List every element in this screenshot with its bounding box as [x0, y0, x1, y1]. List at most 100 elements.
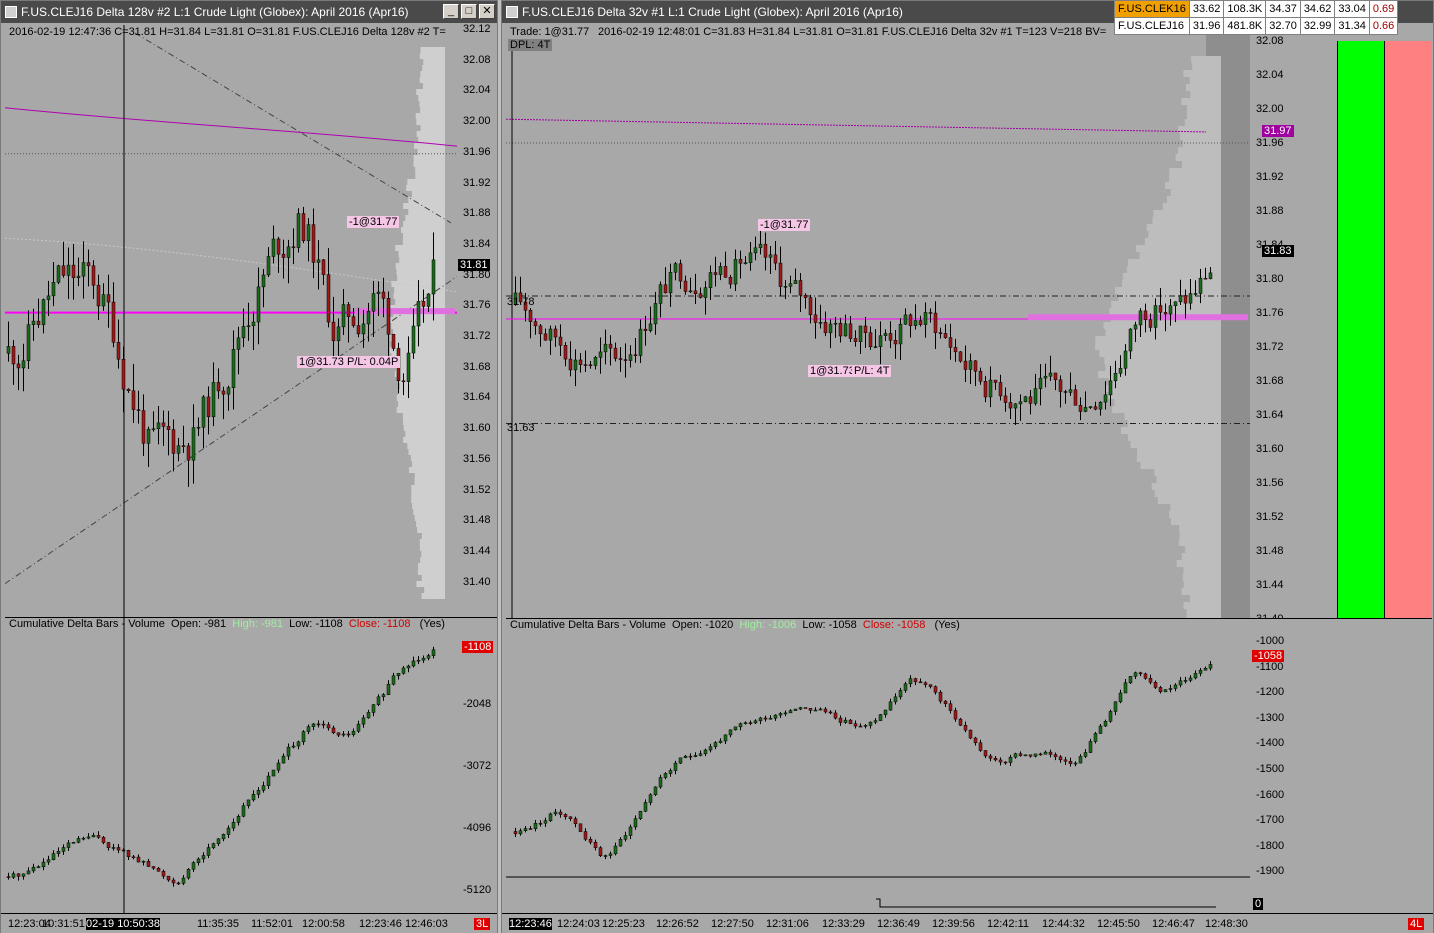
left-price-axis[interactable]: 32.12 32.08 32.04 32.00 31.96 31.92 31.88 31.84… — [457, 23, 497, 617]
volume-profile-bar — [1170, 518, 1221, 525]
right-cumdelta-chart[interactable]: Cumulative Delta Bars - Volume Open: -10… — [506, 619, 1250, 913]
candle-body — [753, 247, 758, 254]
volume-profile-bar — [1189, 77, 1221, 84]
candle-body — [893, 340, 898, 345]
candle-body — [603, 855, 608, 857]
volume-profile-bar — [407, 443, 445, 449]
candle-body — [823, 708, 828, 713]
volume-profile-bar — [1128, 259, 1221, 266]
candle-body — [116, 847, 121, 851]
volume-profile-bar — [1148, 231, 1221, 238]
quote-value: 0.69 — [1368, 0, 1399, 18]
volume-profile-bar — [1108, 378, 1221, 385]
candle-body — [391, 675, 396, 685]
candle-body — [668, 770, 673, 774]
volume-profile-bar — [1170, 504, 1221, 511]
candle-body — [401, 380, 406, 383]
left-cd-last-tag: -1108 — [462, 641, 494, 653]
price-tick-label: 31.48 — [1256, 545, 1284, 557]
candle-body — [1108, 380, 1113, 396]
candle-body — [723, 266, 728, 278]
candle-body — [878, 714, 883, 721]
volume-profile-bar — [1122, 280, 1221, 287]
left-window-titlebar[interactable]: F.US.CLEJ16 Delta 128v #2 L:1 Crude Ligh… — [1, 1, 497, 23]
candle-body — [843, 719, 848, 723]
candle-body — [46, 295, 51, 300]
volume-profile-bar — [395, 263, 445, 269]
candle-body — [411, 660, 416, 667]
candle-body — [723, 734, 728, 742]
candle-body — [623, 835, 628, 840]
candle-body — [1093, 406, 1098, 410]
candle-body — [558, 811, 563, 815]
candle-body — [66, 842, 71, 848]
candle-body — [6, 346, 11, 354]
quote-row[interactable]: F.US.CLEK16 33.62 108.3K 34.37 34.62 33.04 0.6… — [1114, 0, 1399, 18]
candle-body — [176, 882, 181, 885]
candle-body — [211, 843, 216, 848]
minimize-button[interactable]: _ — [443, 4, 459, 19]
right-cd-axis[interactable]: -1000 -1100 -1200 -1300 -1400 -1500 -1600 -1700… — [1250, 619, 1334, 913]
candle-body — [998, 759, 1003, 763]
candle-body — [286, 746, 291, 757]
left-cd-axis[interactable]: -2048 -3072 -4096 -5120 -1108 — [457, 618, 497, 913]
candle-body — [873, 346, 878, 348]
volume-profile-bar — [1144, 238, 1221, 245]
candle-body — [431, 259, 436, 295]
candle-body — [51, 853, 56, 860]
candle-body — [828, 323, 833, 334]
candle-body — [186, 445, 191, 461]
quote-value: 34.62 — [1299, 0, 1336, 18]
candle-body — [578, 359, 583, 365]
candle-body — [1038, 753, 1043, 756]
volume-profile-bar — [415, 173, 445, 179]
candle-body — [733, 726, 738, 731]
close-button[interactable]: ✕ — [479, 4, 495, 19]
candle-body — [803, 707, 808, 709]
candle-body — [678, 757, 683, 764]
candle-body — [698, 293, 703, 298]
candle-body — [146, 428, 151, 444]
candle-body — [111, 847, 116, 849]
candle-body — [66, 264, 71, 276]
candle-body — [828, 711, 833, 714]
right-price-axis[interactable]: 32.0832.0432.0031.9631.9231.8831.8431.80… — [1250, 25, 1334, 625]
candle-body — [683, 755, 688, 759]
maximize-button[interactable]: □ — [461, 4, 477, 19]
candle-body — [868, 721, 873, 726]
candle-body — [933, 312, 938, 333]
candle-body — [406, 665, 411, 669]
candle-body — [141, 860, 146, 863]
candle-body — [713, 272, 718, 275]
left-time-axis[interactable]: 12:23:04 10:31:51 02-19 10:50:38 11:35:35 11… — [1, 913, 497, 933]
candle-body — [868, 332, 873, 348]
candle-body — [1203, 667, 1208, 671]
candle-body — [126, 388, 131, 391]
candle-body — [993, 379, 998, 383]
volume-profile-bar — [424, 587, 445, 593]
candle-body — [588, 838, 593, 843]
candle-body — [818, 708, 823, 711]
right-purple-price-tag: 31.97 — [1262, 125, 1294, 137]
volume-profile-bar — [405, 431, 445, 437]
candle-body — [1193, 673, 1198, 679]
quote-row[interactable]: F.US.CLEJ16 31.96 481.8K 32.70 32.99 31.34 0.6… — [1114, 17, 1399, 35]
left-price-chart[interactable]: 2016-02-19 12:47:36 C=31.81 H=31.84 L=31… — [5, 25, 457, 617]
volume-profile-bar — [1170, 189, 1221, 196]
volume-profile-bar — [420, 107, 445, 113]
volume-profile-bar — [1181, 98, 1221, 105]
right-time-axis[interactable]: 12:23:46 12:24:03 12:25:23 12:26:52 12:27:50… — [502, 913, 1433, 933]
left-cumdelta-chart[interactable]: Cumulative Delta Bars - Volume Open: -98… — [5, 618, 457, 913]
candle-body — [251, 321, 256, 327]
candle-body — [683, 280, 688, 292]
candle-body — [216, 382, 221, 392]
quote-board[interactable]: F.US.CLEK16 33.62 108.3K 34.37 34.62 33.04 0.6… — [1114, 0, 1399, 35]
candle-body — [763, 717, 768, 720]
candle-body — [401, 667, 406, 674]
candle-body — [968, 729, 973, 739]
right-chart-window[interactable]: F.US.CLEJ16 Delta 32v #1 L:1 Crude Light… — [501, 0, 1434, 933]
left-chart-window[interactable]: F.US.CLEJ16 Delta 128v #2 L:1 Crude Ligh… — [0, 0, 498, 933]
right-price-chart[interactable]: Trade: 1@31.77 2016-02-19 12:48:01 C=31.… — [506, 25, 1250, 619]
candle-body — [703, 749, 708, 755]
candle-body — [593, 357, 598, 366]
